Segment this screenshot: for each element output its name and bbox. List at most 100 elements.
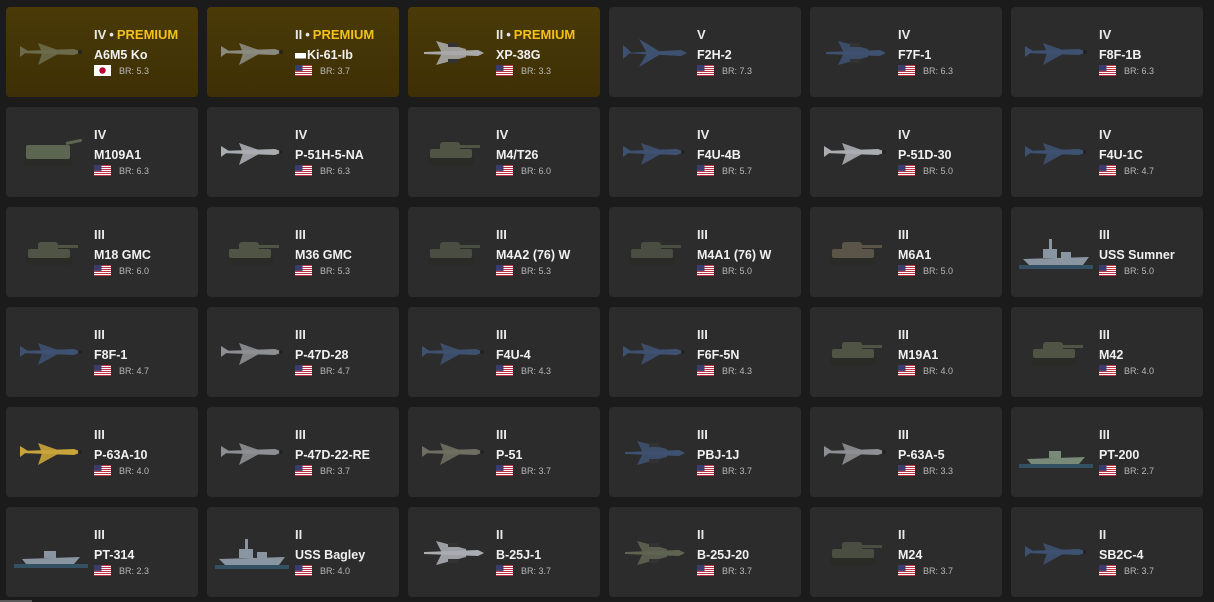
vehicle-card-3[interactable]: II • PREMIUM XP-38G BR: 3.3 <box>408 7 600 97</box>
vehicle-info: III M42 BR: 4.0 <box>1099 328 1199 376</box>
vehicle-card-9[interactable]: IV M4/T26 BR: 6.0 <box>408 107 600 197</box>
usa-flag-icon <box>496 165 513 176</box>
vehicle-card-19[interactable]: III F8F-1 BR: 4.7 <box>6 307 198 397</box>
vehicle-card-30[interactable]: III PT-200 BR: 2.7 <box>1011 407 1203 497</box>
battle-rating: BR: 4.0 <box>119 465 150 476</box>
battle-rating: BR: 4.0 <box>320 565 351 576</box>
vehicle-meta: BR: 4.7 <box>295 365 395 376</box>
vehicle-rank: II <box>898 528 998 542</box>
vehicle-meta: BR: 5.7 <box>697 165 797 176</box>
vehicle-thumbnail-icon <box>1019 229 1093 275</box>
vehicle-meta: BR: 2.3 <box>94 565 194 576</box>
vehicle-rank: III <box>1099 228 1199 242</box>
vehicle-meta: BR: 3.3 <box>898 465 998 476</box>
vehicle-card-16[interactable]: III M4A1 (76) W BR: 5.0 <box>609 207 801 297</box>
vehicle-name: F6F-5N <box>697 348 740 362</box>
vehicle-rank: II <box>1099 528 1199 542</box>
vehicle-thumbnail-icon <box>617 29 691 75</box>
battle-rating: BR: 5.0 <box>1124 265 1155 276</box>
vehicle-card-27[interactable]: III P-51 BR: 3.7 <box>408 407 600 497</box>
vehicle-card-36[interactable]: II SB2C-4 BR: 3.7 <box>1011 507 1203 597</box>
vehicle-rank: II <box>496 528 596 542</box>
vehicle-card-31[interactable]: III PT-314 BR: 2.3 <box>6 507 198 597</box>
vehicle-rank: IV <box>496 128 596 142</box>
vehicle-card-33[interactable]: II B-25J-1 BR: 3.7 <box>408 507 600 597</box>
vehicle-card-18[interactable]: III USS Sumner BR: 5.0 <box>1011 207 1203 297</box>
vehicle-card-23[interactable]: III M19A1 BR: 4.0 <box>810 307 1002 397</box>
vehicle-card-29[interactable]: III P-63A-5 BR: 3.3 <box>810 407 1002 497</box>
vehicle-info: III P-63A-10 BR: 4.0 <box>94 428 194 476</box>
vehicle-card-24[interactable]: III M42 BR: 4.0 <box>1011 307 1203 397</box>
vehicle-card-35[interactable]: II M24 BR: 3.7 <box>810 507 1002 597</box>
vehicle-rank: III <box>94 328 194 342</box>
vehicle-thumbnail-icon <box>1019 329 1093 375</box>
vehicle-name: M24 <box>898 548 923 562</box>
vehicle-info: III P-47D-22-RE BR: 3.7 <box>295 428 395 476</box>
vehicle-card-7[interactable]: IV M109A1 BR: 6.3 <box>6 107 198 197</box>
vehicle-card-2[interactable]: II • PREMIUM Ki-61-Ib BR: 3.7 <box>207 7 399 97</box>
vehicle-thumbnail-icon <box>1019 29 1093 75</box>
vehicle-card-22[interactable]: III F6F-5N BR: 4.3 <box>609 307 801 397</box>
vehicle-card-20[interactable]: III P-47D-28 BR: 4.7 <box>207 307 399 397</box>
rank-numeral: II <box>295 527 303 542</box>
vehicle-name: M18 GMC <box>94 248 151 262</box>
usa-flag-icon <box>295 65 312 76</box>
vehicle-rank: III <box>94 228 194 242</box>
vehicle-rank: II • PREMIUM <box>295 28 395 42</box>
vehicle-thumbnail-icon <box>818 129 892 175</box>
vehicle-rank: III <box>898 428 998 442</box>
vehicle-name: P-47D-22-RE <box>295 448 371 462</box>
rank-numeral: IV <box>295 127 308 142</box>
vehicle-info: IV F8F-1B BR: 6.3 <box>1099 28 1199 76</box>
usa-flag-icon <box>295 565 312 576</box>
vehicle-card-8[interactable]: IV P-51H-5-NA BR: 6.3 <box>207 107 399 197</box>
vehicle-card-1[interactable]: IV • PREMIUM A6M5 Ko BR: 5.3 <box>6 7 198 97</box>
premium-label: PREMIUM <box>116 27 179 42</box>
vehicle-card-34[interactable]: II B-25J-20 BR: 3.7 <box>609 507 801 597</box>
vehicle-info: III P-47D-28 BR: 4.7 <box>295 328 395 376</box>
battle-rating: BR: 3.7 <box>521 465 552 476</box>
vehicle-card-13[interactable]: III M18 GMC BR: 6.0 <box>6 207 198 297</box>
vehicle-name: XP-38G <box>496 48 541 62</box>
vehicle-rank: III <box>496 428 596 442</box>
battle-rating: BR: 5.7 <box>722 165 753 176</box>
vehicle-card-15[interactable]: III M4A2 (76) W BR: 5.3 <box>408 207 600 297</box>
battle-rating: BR: 4.3 <box>722 365 753 376</box>
usa-flag-icon <box>1099 165 1116 176</box>
vehicle-thumbnail-icon <box>1019 529 1093 575</box>
vehicle-name: M42 <box>1099 348 1124 362</box>
rank-numeral: IV <box>496 127 509 142</box>
usa-flag-icon <box>898 365 915 376</box>
vehicle-meta: BR: 4.0 <box>898 365 998 376</box>
vehicle-card-10[interactable]: IV F4U-4B BR: 5.7 <box>609 107 801 197</box>
vehicle-card-26[interactable]: III P-47D-22-RE BR: 3.7 <box>207 407 399 497</box>
vehicle-card-32[interactable]: II USS Bagley BR: 4.0 <box>207 507 399 597</box>
vehicle-card-12[interactable]: IV F4U-1C BR: 4.7 <box>1011 107 1203 197</box>
battle-rating: BR: 3.7 <box>521 565 552 576</box>
battle-rating: BR: 3.3 <box>923 465 954 476</box>
vehicle-rank: IV <box>1099 28 1199 42</box>
battle-rating: BR: 5.3 <box>521 265 552 276</box>
vehicle-info: II M24 BR: 3.7 <box>898 528 998 576</box>
vehicle-card-21[interactable]: III F4U-4 BR: 4.3 <box>408 307 600 397</box>
usa-flag-icon <box>496 465 513 476</box>
vehicle-card-5[interactable]: IV F7F-1 BR: 6.3 <box>810 7 1002 97</box>
vehicle-meta: BR: 4.7 <box>1099 165 1199 176</box>
battle-rating: BR: 6.3 <box>1124 65 1155 76</box>
vehicle-card-4[interactable]: V F2H-2 BR: 7.3 <box>609 7 801 97</box>
rank-numeral: III <box>697 427 708 442</box>
vehicle-card-17[interactable]: III M6A1 BR: 5.0 <box>810 207 1002 297</box>
vehicle-card-14[interactable]: III M36 GMC BR: 5.3 <box>207 207 399 297</box>
usa-flag-icon <box>94 365 111 376</box>
vehicle-name: F8F-1 <box>94 348 128 362</box>
vehicle-card-25[interactable]: III P-63A-10 BR: 4.0 <box>6 407 198 497</box>
rank-numeral: III <box>898 327 909 342</box>
battle-rating: BR: 3.7 <box>722 565 753 576</box>
battle-rating: BR: 6.0 <box>521 165 552 176</box>
vehicle-card-28[interactable]: III PBJ-1J BR: 3.7 <box>609 407 801 497</box>
vehicle-info: III P-51 BR: 3.7 <box>496 428 596 476</box>
vehicle-card-6[interactable]: IV F8F-1B BR: 6.3 <box>1011 7 1203 97</box>
japan-flag-icon <box>94 65 111 76</box>
vehicle-card-11[interactable]: IV P-51D-30 BR: 5.0 <box>810 107 1002 197</box>
battle-rating: BR: 4.7 <box>119 365 150 376</box>
